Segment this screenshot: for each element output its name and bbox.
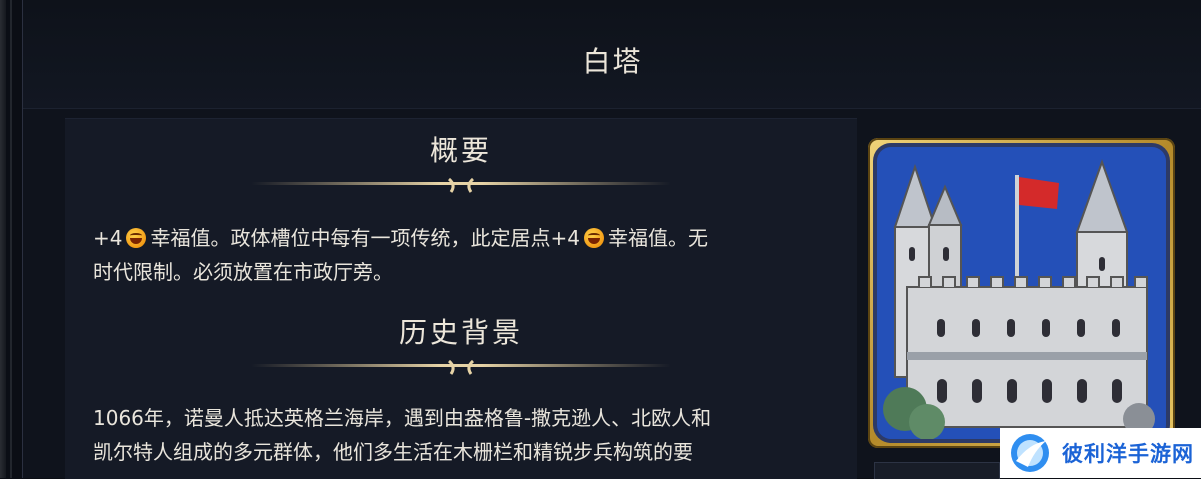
history-divider	[251, 359, 671, 375]
summary-divider	[251, 177, 671, 193]
summary-heading: 概要	[429, 134, 492, 167]
watermark-text: 彼利洋手游网	[1062, 442, 1194, 466]
description-section[interactable]: 概要 +4 幸福值。政体槽位中每有一项传统，此定居点+4 幸福值。无 时代限制。必须…	[65, 118, 857, 479]
left-edge-frame	[0, 0, 6, 478]
building-image-frame	[868, 138, 1175, 448]
watermark-logo-icon	[1011, 434, 1049, 472]
summary-text: +4 幸福值。政体槽位中每有一项传统，此定居点+4 幸福值。无 时代限制。必须放置在…	[93, 226, 708, 284]
history-heading: 历史背景	[398, 316, 523, 349]
watermark: 彼利洋手游网	[1000, 428, 1201, 478]
title-bar: 白塔	[23, 0, 1201, 109]
next-panel-tab[interactable]	[874, 462, 1000, 479]
white-tower-icon	[877, 147, 1166, 439]
happiness-emoji-icon	[583, 228, 604, 248]
building-title: 白塔	[582, 45, 643, 78]
left-edge-line	[10, 0, 12, 478]
happiness-emoji-icon	[126, 228, 147, 248]
white-tower-image	[877, 147, 1166, 439]
history-text: 1066年，诺曼人抵达英格兰海岸，遇到由盎格鲁-撒克逊人、北欧人和 凯尔特人组成…	[93, 406, 712, 464]
